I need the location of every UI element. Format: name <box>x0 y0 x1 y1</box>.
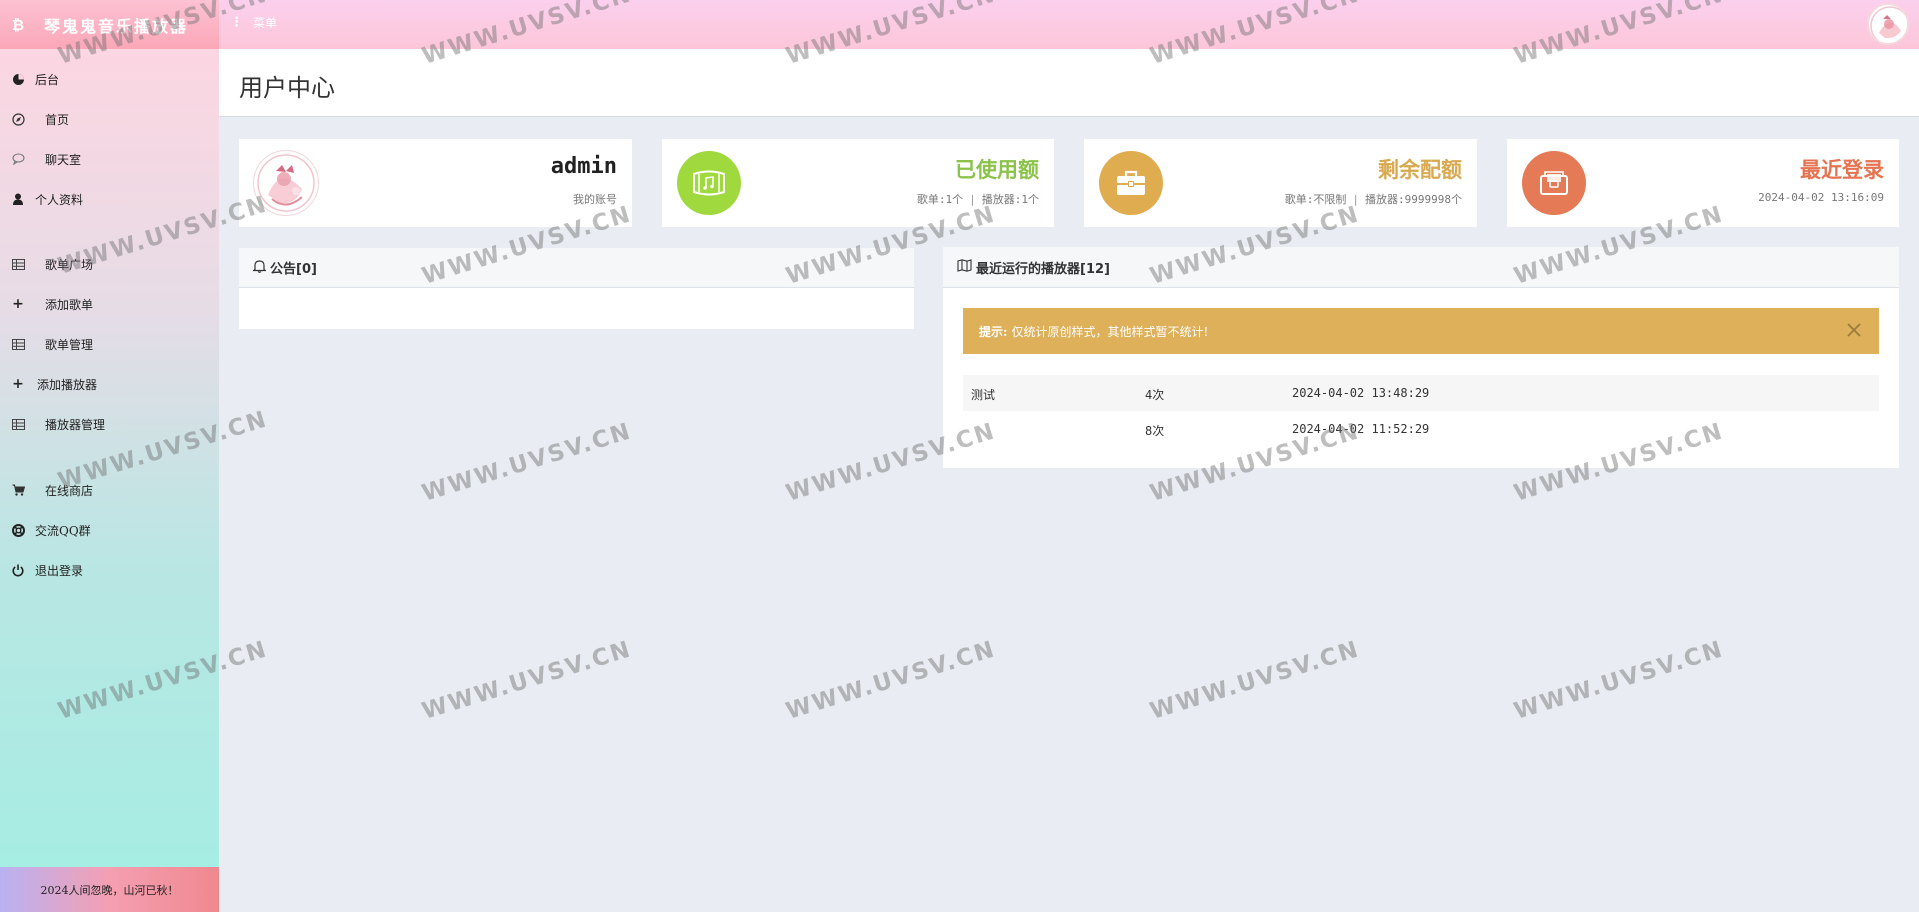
user-icon <box>11 192 25 206</box>
sidebar-item-logout[interactable]: 退出登录 <box>0 554 219 586</box>
sidebar-item-home[interactable]: 首页 <box>0 103 219 135</box>
sidebar-item-label: 播放器管理 <box>45 417 106 432</box>
compass-icon <box>11 112 25 126</box>
table-row[interactable]: 8次 2024-04-02 11:52:29 <box>963 411 1879 447</box>
table-icon <box>11 417 25 431</box>
sidebar-item-label: 歌单广场 <box>45 257 94 272</box>
alert-text: 仅统计原创样式，其他样式暂不统计! <box>1011 324 1209 339</box>
chat-icon <box>11 152 25 166</box>
remaining-player-count: 播放器:9999998个 <box>1365 193 1462 206</box>
bitcoin-icon: ₿ <box>11 15 25 34</box>
last-login-title: 最近登录 <box>1800 157 1884 182</box>
player-run-count: 4次 <box>1145 388 1165 402</box>
briefcase-icon <box>1099 151 1163 215</box>
brand-title: 琴鬼鬼音乐播放器 <box>44 16 189 36</box>
sidebar-footer: 2024人间忽晚，山河已秋！ <box>0 867 219 912</box>
sidebar-item-label: 首页 <box>45 112 70 127</box>
page-title: 用户中心 <box>239 74 335 102</box>
watermark: WWW.UVSV.CN <box>419 418 635 507</box>
cart-icon <box>11 483 25 497</box>
plus-icon: + <box>12 296 24 312</box>
player-run-time: 2024-04-02 11:52:29 <box>1292 422 1430 436</box>
sidebar-item-label: 个人资料 <box>35 192 84 207</box>
menu-toggle-button[interactable]: ⋮ 菜单 <box>230 14 277 31</box>
remaining-quota-sub: 歌单:不限制 | 播放器:9999998个 <box>1284 193 1462 206</box>
bell-icon <box>251 259 268 277</box>
player-run-time: 2024-04-02 13:48:29 <box>1292 386 1430 400</box>
table-row[interactable]: 测试 4次 2024-04-02 13:48:29 <box>963 375 1879 411</box>
sidebar-item-chatroom[interactable]: 聊天室 <box>0 143 219 175</box>
menu-toggle-label: 菜单 <box>253 16 278 30</box>
account-card: admin 我的账号 <box>239 139 632 227</box>
sidebar-item-player-manage[interactable]: 播放器管理 <box>0 408 219 440</box>
remaining-playlist-count: 歌单:不限制 <box>1284 193 1347 206</box>
remaining-quota-card: 剩余配额 歌单:不限制 | 播放器:9999998个 <box>1084 139 1477 227</box>
used-playlist-count: 歌单:1个 <box>916 193 964 206</box>
sidebar-item-add-player[interactable]: + 添加播放器 <box>0 368 219 400</box>
used-quota-card: 已使用额 歌单:1个 | 播放器:1个 <box>662 139 1054 227</box>
watermark: WWW.UVSV.CN <box>1147 636 1363 725</box>
player-name: 测试 <box>971 388 996 402</box>
sidebar-item-playlist-manage[interactable]: 歌单管理 <box>0 328 219 360</box>
page-header: 用户中心 <box>219 49 1919 117</box>
sidebar-item-label: 添加播放器 <box>37 377 98 392</box>
sidebar-item-shop[interactable]: 在线商店 <box>0 474 219 506</box>
watermark: WWW.UVSV.CN <box>783 636 999 725</box>
alert-label: 提示: <box>979 324 1008 339</box>
watermark: WWW.UVSV.CN <box>419 636 635 725</box>
recent-players-header: 最近运行的播放器[12] <box>943 247 1899 288</box>
sidebar-item-label: 后台 <box>35 72 60 87</box>
sidebar-item-qq-group[interactable]: 交流QQ群 <box>0 514 219 546</box>
wallet-icon <box>1522 151 1586 215</box>
sidebar-item-label: 交流QQ群 <box>35 523 91 538</box>
sidebar-item-label: 退出登录 <box>35 563 84 578</box>
used-quota-sub: 歌单:1个 | 播放器:1个 <box>916 193 1039 206</box>
account-sub: 我的账号 <box>573 193 617 206</box>
sidebar-item-label: 聊天室 <box>45 152 82 167</box>
used-quota-title: 已使用额 <box>955 157 1039 182</box>
used-player-count: 播放器:1个 <box>981 193 1039 206</box>
notice-panel: 公告[0] <box>239 248 914 329</box>
menu-dots-icon: ⋮ <box>230 15 243 30</box>
table-icon <box>11 337 25 351</box>
power-icon <box>11 563 25 577</box>
brand[interactable]: ₿ 琴鬼鬼音乐播放器 <box>0 0 219 49</box>
watermark: WWW.UVSV.CN <box>1511 636 1727 725</box>
sidebar-item-dashboard[interactable]: 后台 <box>0 63 219 95</box>
notice-panel-header: 公告[0] <box>239 248 914 288</box>
avatar-illustration-icon <box>257 154 315 212</box>
last-login-card: 最近登录 2024-04-02 13:16:09 <box>1507 139 1899 227</box>
sidebar-item-label: 在线商店 <box>45 483 94 498</box>
sidebar: 后台 首页 聊天室 个人资料 歌单广场 + 添加歌单 歌单管理 + 添加播放器 … <box>0 49 219 912</box>
stats-tip-alert: 提示: 仅统计原创样式，其他样式暂不统计! <box>963 308 1879 354</box>
map-icon <box>957 258 972 276</box>
pie-chart-icon <box>11 72 25 86</box>
close-icon[interactable] <box>1843 320 1865 342</box>
plus-icon: + <box>12 376 24 392</box>
user-avatar[interactable] <box>1867 3 1909 45</box>
sidebar-item-add-playlist[interactable]: + 添加歌单 <box>0 288 219 320</box>
avatar-illustration-icon <box>1870 6 1907 43</box>
account-name: admin <box>550 154 617 179</box>
sidebar-item-label: 添加歌单 <box>45 297 94 312</box>
lifebuoy-icon <box>11 523 25 537</box>
recent-players-panel: 最近运行的播放器[12] 提示: 仅统计原创样式，其他样式暂不统计! 测试 4次… <box>943 247 1899 468</box>
sidebar-item-label: 歌单管理 <box>45 337 94 352</box>
sidebar-item-profile[interactable]: 个人资料 <box>0 183 219 215</box>
last-login-time: 2024-04-02 13:16:09 <box>1758 191 1884 204</box>
sidebar-footer-text: 2024人间忽晚，山河已秋！ <box>40 883 179 897</box>
top-bar: ₿ 琴鬼鬼音乐播放器 ⋮ 菜单 <box>0 0 1919 49</box>
player-run-count: 8次 <box>1145 424 1165 438</box>
sidebar-item-playlist-plaza[interactable]: 歌单广场 <box>0 248 219 280</box>
music-icon <box>677 151 741 215</box>
notice-title: 公告[0] <box>270 262 317 277</box>
recent-players-title: 最近运行的播放器[12] <box>976 261 1110 277</box>
remaining-quota-title: 剩余配额 <box>1378 157 1462 182</box>
table-icon <box>11 257 25 271</box>
account-avatar[interactable] <box>253 150 319 216</box>
